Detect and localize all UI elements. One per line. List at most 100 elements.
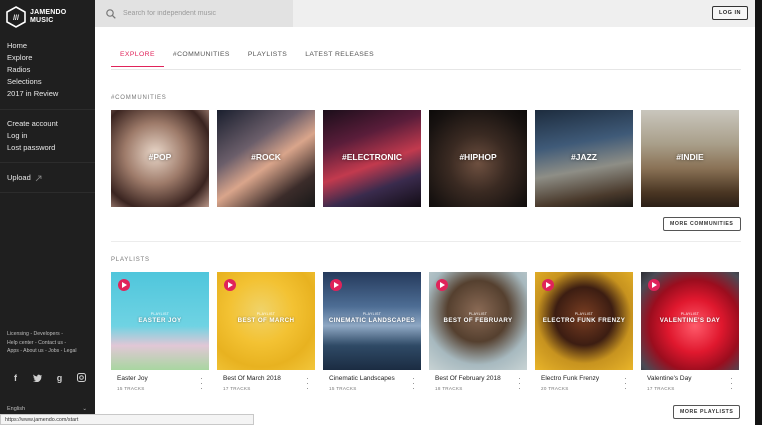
sidebar-item-lost-password[interactable]: Lost password <box>7 142 58 154</box>
community-tile-indie[interactable]: #INDIE <box>641 110 739 207</box>
sidebar-item-radios[interactable]: Radios <box>7 64 58 76</box>
sidebar-item-explore[interactable]: Explore <box>7 52 58 64</box>
playlist-name[interactable]: Cinematic Landscapes <box>329 375 395 382</box>
tab-communities[interactable]: #COMMUNITIES <box>164 51 239 67</box>
playlist-card-valentines-day[interactable]: PLAYLIST VALENTINE'S DAY Valentine's Day… <box>641 272 739 396</box>
play-icon[interactable] <box>542 279 554 291</box>
playlist-track-count: 15 TRACKS <box>117 386 145 391</box>
playlist-track-count: 15 TRACKS <box>329 386 357 391</box>
login-button[interactable]: LOG IN <box>712 6 748 20</box>
playlist-cover-title: BEST OF FEBRUARY <box>443 317 513 324</box>
google-plus-icon[interactable]: g <box>54 372 65 383</box>
playlist-kicker: PLAYLIST <box>256 312 276 316</box>
community-tile-rock[interactable]: #ROCK <box>217 110 315 207</box>
upload-label: Upload <box>7 173 31 182</box>
playlist-meta: Easter Joy 15 TRACKS · · · <box>111 370 209 396</box>
sidebar-item-home[interactable]: Home <box>7 40 58 52</box>
more-options-icon[interactable]: · · · <box>412 374 415 393</box>
social-links: f g <box>10 372 87 383</box>
language-label: English <box>7 406 26 412</box>
playlists-section-title: PLAYLISTS <box>111 257 150 263</box>
more-options-icon[interactable]: · · · <box>518 374 521 393</box>
tab-latest-releases[interactable]: LATEST RELEASES <box>296 51 383 67</box>
community-tag: #ELECTRONIC <box>342 152 402 162</box>
status-bar-url: https://www.jamendo.com/start <box>0 414 254 425</box>
playlist-cover: PLAYLIST VALENTINE'S DAY <box>641 272 739 370</box>
community-tile-hiphop[interactable]: #HIPHOP <box>429 110 527 207</box>
playlist-cover-title: BEST OF MARCH <box>237 317 295 324</box>
playlist-name[interactable]: Best Of February 2018 <box>435 375 501 382</box>
playlist-track-count: 17 TRACKS <box>647 386 675 391</box>
playlist-cover-title: ELECTRO FUNK FRENZY <box>542 317 626 324</box>
sidebar-item-log-in[interactable]: Log in <box>7 130 58 142</box>
search-input[interactable] <box>123 10 283 17</box>
play-icon[interactable] <box>118 279 130 291</box>
tab-playlists[interactable]: PLAYLISTS <box>239 51 296 67</box>
playlist-card-electro-funk-frenzy[interactable]: PLAYLIST ELECTRO FUNK FRENZY Electro Fun… <box>535 272 633 396</box>
playlist-meta: Electro Funk Frenzy 20 TRACKS · · · <box>535 370 633 396</box>
more-options-icon[interactable]: · · · <box>306 374 309 393</box>
playlist-kicker: PLAYLIST <box>362 312 382 316</box>
sidebar-account-nav: Create account Log in Lost password <box>7 118 58 154</box>
sidebar-item-upload[interactable]: Upload <box>7 172 42 184</box>
footer-links-line-3[interactable]: Apps - About us - Jobs - Legal <box>7 347 93 356</box>
topbar: LOG IN <box>95 0 755 27</box>
more-communities-button[interactable]: MORE COMMUNITIES <box>663 217 741 231</box>
community-tag: #JAZZ <box>571 152 597 162</box>
playlist-cover-title: CINEMATIC LANDSCAPES <box>328 317 416 324</box>
playlist-kicker: PLAYLIST <box>680 312 700 316</box>
playlist-name[interactable]: Easter Joy <box>117 375 148 382</box>
playlist-card-cinematic-landscapes[interactable]: PLAYLIST CINEMATIC LANDSCAPES Cinematic … <box>323 272 421 396</box>
playlist-card-best-of-march[interactable]: PLAYLIST BEST OF MARCH Best Of March 201… <box>217 272 315 396</box>
twitter-icon[interactable] <box>32 372 43 383</box>
sidebar-divider <box>0 109 95 110</box>
playlist-cover: PLAYLIST ELECTRO FUNK FRENZY <box>535 272 633 370</box>
playlist-kicker: PLAYLIST <box>468 312 488 316</box>
language-selector[interactable]: English ⌄ <box>7 406 87 412</box>
community-tag: #INDIE <box>676 152 704 162</box>
jamendo-hex-logo-icon: /// <box>6 6 26 28</box>
tab-explore[interactable]: EXPLORE <box>111 51 164 67</box>
playlist-track-count: 18 TRACKS <box>435 386 463 391</box>
upload-icon <box>35 175 42 181</box>
play-icon[interactable] <box>648 279 660 291</box>
footer-links-line-1[interactable]: Licensing - Developers - <box>7 330 93 339</box>
playlist-cover: PLAYLIST CINEMATIC LANDSCAPES <box>323 272 421 370</box>
community-tag: #HIPHOP <box>459 152 497 162</box>
playlist-kicker: PLAYLIST <box>574 312 594 316</box>
sidebar-item-create-account[interactable]: Create account <box>7 118 58 130</box>
play-icon[interactable] <box>330 279 342 291</box>
playlist-track-count: 20 TRACKS <box>541 386 569 391</box>
playlist-cover: PLAYLIST BEST OF MARCH <box>217 272 315 370</box>
svg-text:///: /// <box>13 15 19 22</box>
community-tile-pop[interactable]: #POP <box>111 110 209 207</box>
more-options-icon[interactable]: · · · <box>624 374 627 393</box>
brand-line-2: MUSIC <box>30 17 54 24</box>
facebook-icon[interactable]: f <box>10 372 21 383</box>
footer-links-line-2[interactable]: Help center - Contact us - <box>7 339 93 348</box>
window-edge <box>755 0 762 425</box>
playlist-track-count: 17 TRACKS <box>223 386 251 391</box>
play-icon[interactable] <box>436 279 448 291</box>
sidebar-item-2017-in-review[interactable]: 2017 in Review <box>7 88 58 100</box>
community-tile-electronic[interactable]: #ELECTRONIC <box>323 110 421 207</box>
playlist-card-easter-joy[interactable]: PLAYLIST EASTER JOY Easter Joy 15 TRACKS… <box>111 272 209 396</box>
sidebar-item-selections[interactable]: Selections <box>7 76 58 88</box>
more-options-icon[interactable]: · · · <box>200 374 203 393</box>
playlist-name[interactable]: Best Of March 2018 <box>223 375 281 382</box>
playlist-name[interactable]: Valentine's Day <box>647 375 691 382</box>
tabs-divider <box>111 69 741 70</box>
search-bar[interactable] <box>95 0 293 27</box>
more-playlists-button[interactable]: MORE PLAYLISTS <box>673 405 741 419</box>
playlist-cover-title: VALENTINE'S DAY <box>659 317 721 324</box>
instagram-icon[interactable] <box>76 372 87 383</box>
main-content: EXPLORE #COMMUNITIES PLAYLISTS LATEST RE… <box>95 27 755 425</box>
playlist-name[interactable]: Electro Funk Frenzy <box>541 375 599 382</box>
playlist-card-best-of-february[interactable]: PLAYLIST BEST OF FEBRUARY Best Of Februa… <box>429 272 527 396</box>
section-divider <box>111 241 741 242</box>
jamendo-logo[interactable]: /// JAMENDO MUSIC <box>6 6 66 28</box>
play-icon[interactable] <box>224 279 236 291</box>
sidebar-footer-links: Licensing - Developers - Help center - C… <box>7 330 93 356</box>
community-tile-jazz[interactable]: #JAZZ <box>535 110 633 207</box>
more-options-icon[interactable]: · · · <box>730 374 733 393</box>
